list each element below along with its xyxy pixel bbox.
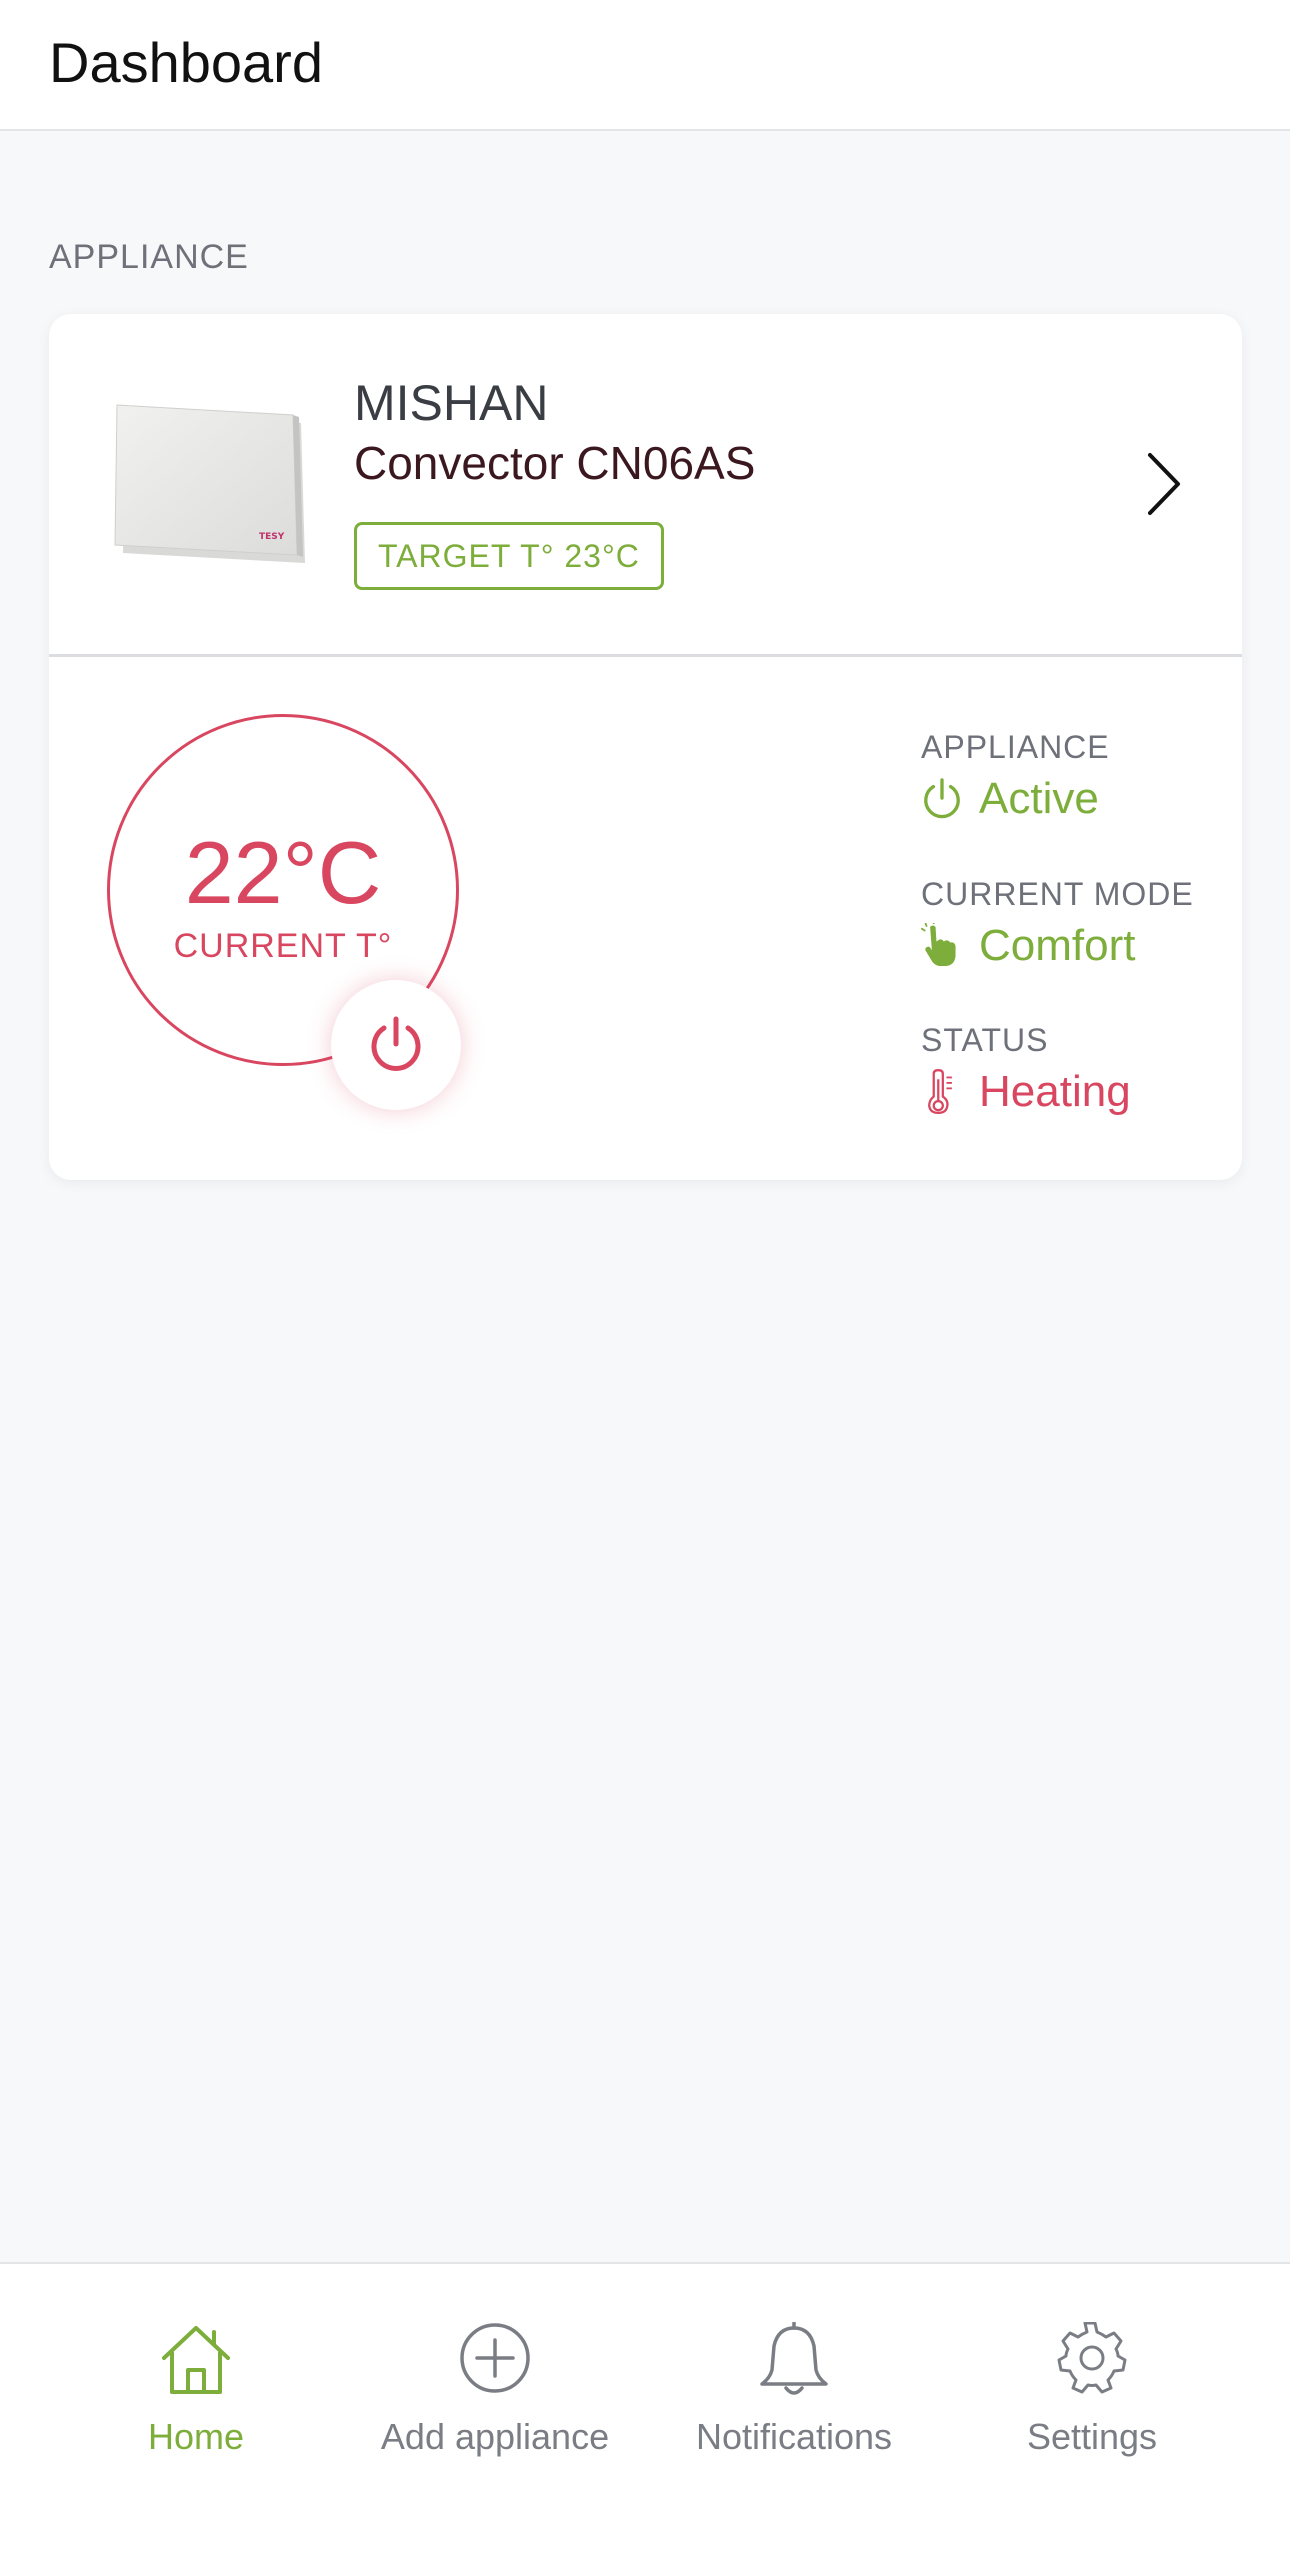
nav-item-settings[interactable]: Settings	[942, 2264, 1242, 2484]
nav-label-notifications: Notifications	[695, 2416, 893, 2457]
status-value: Heating	[921, 1067, 1241, 1127]
appliance-status-label: APPLIANCE	[921, 729, 1110, 765]
current-mode-value: Comfort	[921, 921, 1241, 981]
current-temp-value: 22°C	[184, 823, 382, 922]
power-button[interactable]	[331, 980, 461, 1110]
status-label: STATUS	[921, 1022, 1049, 1058]
gear-icon	[1057, 2322, 1127, 2394]
appliance-status-text: Active	[979, 774, 1099, 823]
appliance-image: TESY	[114, 404, 305, 563]
appliance-header-row[interactable]: TESY MISHAN Convector CN06AS TARGET T° 2…	[49, 314, 1242, 657]
appliance-name: MISHAN	[354, 375, 549, 431]
status-text: Heating	[979, 1067, 1131, 1116]
thermometer-icon	[928, 1069, 952, 1115]
current-temp-label: CURRENT T°	[173, 927, 393, 965]
appliance-card: TESY MISHAN Convector CN06AS TARGET T° 2…	[49, 314, 1242, 1180]
nav-item-notifications[interactable]: Notifications	[644, 2264, 944, 2484]
header: Dashboard	[0, 0, 1290, 131]
power-icon	[924, 778, 960, 819]
appliance-status-value: Active	[921, 774, 1241, 834]
bell-icon	[760, 2322, 828, 2395]
nav-item-add-appliance[interactable]: Add appliance	[345, 2264, 645, 2484]
home-icon	[162, 2326, 230, 2394]
target-temp-badge: TARGET T° 23°C	[354, 522, 664, 590]
dashboard-page: Dashboard APPLIANCE TESY MISHAN Convecto…	[0, 0, 1290, 2567]
plus-circle-icon	[460, 2323, 530, 2393]
page-title: Dashboard	[49, 31, 323, 94]
hand-pointer-icon	[921, 923, 956, 966]
chevron-right-icon[interactable]	[1144, 449, 1184, 519]
nav-item-home[interactable]: Home	[46, 2264, 346, 2484]
appliance-model: Convector CN06AS	[354, 437, 756, 489]
bottom-nav: Home Add appliance Notifications Setting…	[0, 2262, 1290, 2567]
power-icon	[371, 1016, 421, 1071]
nav-label-settings: Settings	[1026, 2416, 1158, 2457]
current-mode-text: Comfort	[979, 921, 1136, 970]
section-label: APPLIANCE	[49, 238, 249, 276]
brand-logo: TESY	[259, 532, 285, 542]
nav-label-add-appliance: Add appliance	[380, 2416, 610, 2457]
current-mode-label: CURRENT MODE	[921, 876, 1194, 912]
nav-label-home: Home	[147, 2416, 245, 2457]
